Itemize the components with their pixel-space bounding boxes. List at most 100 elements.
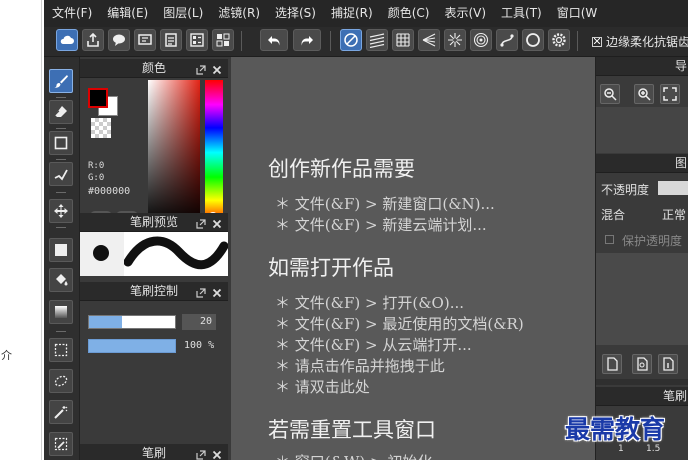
select-pen-tool-icon[interactable] xyxy=(49,432,73,456)
brush-size-value[interactable]: 20 xyxy=(182,314,216,330)
saturation-value-square[interactable] xyxy=(148,80,200,225)
menu-edit[interactable]: 编辑(E) xyxy=(99,0,155,27)
detach-icon[interactable] xyxy=(196,62,206,75)
menu-layer[interactable]: 图层(L) xyxy=(155,0,210,27)
circle-icon[interactable] xyxy=(522,29,544,51)
hint-open-cloud: ＊ 文件(&F) > 从云端打开... xyxy=(275,336,472,354)
bucket-tool-icon[interactable] xyxy=(49,268,73,292)
crosshatch-icon[interactable] xyxy=(392,29,414,51)
detach-icon[interactable] xyxy=(196,216,206,229)
brush-list-title: 笔刷 xyxy=(662,389,687,403)
zoom-in-icon[interactable] xyxy=(634,84,654,104)
watermark: 最需教育 xyxy=(565,415,666,444)
new-8bit-layer-icon[interactable] xyxy=(632,354,652,374)
detach-icon[interactable] xyxy=(196,285,206,298)
stroke-sample xyxy=(124,236,228,270)
document-icon[interactable] xyxy=(160,29,182,51)
hint-open: ＊ 文件(&F) > 打开(&O)... xyxy=(275,294,464,312)
toolbar-divider xyxy=(241,31,242,51)
zoom-out-icon[interactable] xyxy=(600,84,620,104)
background-text-fragment: 介 xyxy=(1,349,12,362)
brush-stroke-preview xyxy=(80,232,228,276)
heading-new-work: 创作新作品需要 xyxy=(268,157,415,181)
menu-window[interactable]: 窗口(W xyxy=(549,0,605,27)
brush-panel: 笔刷 xyxy=(80,444,228,460)
tool-divider xyxy=(56,192,66,193)
undo-icon[interactable] xyxy=(260,29,288,51)
background-document: 介 xyxy=(0,0,44,460)
brush-opacity-slider[interactable] xyxy=(88,339,176,353)
layer-list[interactable] xyxy=(596,253,688,345)
foreground-color-swatch[interactable] xyxy=(88,88,108,108)
move-tool-icon[interactable] xyxy=(49,199,73,223)
app-window: 文件(F) 编辑(E) 图层(L) 滤镜(R) 选择(S) 捕捉(R) 颜色(C… xyxy=(44,0,688,460)
list-icon[interactable] xyxy=(186,29,208,51)
menu-filter[interactable]: 滤镜(R) xyxy=(210,0,267,27)
fill-square-tool-icon[interactable] xyxy=(49,238,73,262)
new-1bit-layer-icon[interactable] xyxy=(658,354,678,374)
eraser-tool-icon[interactable] xyxy=(49,100,73,124)
close-icon[interactable] xyxy=(212,447,222,460)
line-tool-icon[interactable] xyxy=(49,162,73,186)
close-icon[interactable] xyxy=(212,62,222,75)
menu-bar: 文件(F) 编辑(E) 图层(L) 滤镜(R) 选择(S) 捕捉(R) 颜色(C… xyxy=(44,0,688,27)
menu-select[interactable]: 选择(S) xyxy=(267,0,323,27)
brush-size-slider[interactable] xyxy=(88,315,176,329)
snap-off-icon[interactable] xyxy=(340,29,362,51)
menu-view[interactable]: 表示(V) xyxy=(436,0,493,27)
hue-slider[interactable] xyxy=(205,80,223,225)
layer-title: 图 xyxy=(674,156,687,170)
close-icon[interactable] xyxy=(212,285,222,298)
color-panel: 颜色 R:0 G:0 #000000 xyxy=(80,59,228,226)
new-layer-icon[interactable] xyxy=(602,354,622,374)
menu-color[interactable]: 颜色(C) xyxy=(380,0,437,27)
close-icon[interactable] xyxy=(212,216,222,229)
blend-mode-select[interactable]: 正常 xyxy=(662,206,686,223)
hint-recent: ＊ 文件(&F) > 最近使用的文档(&R) xyxy=(275,315,524,333)
grid-icon[interactable] xyxy=(212,29,234,51)
magic-wand-tool-icon[interactable] xyxy=(49,400,73,424)
concentric-icon[interactable] xyxy=(470,29,492,51)
tool-divider xyxy=(56,97,66,98)
protect-alpha-checkbox[interactable] xyxy=(605,235,614,244)
menu-file[interactable]: 文件(F) xyxy=(44,0,99,27)
detach-icon[interactable] xyxy=(196,447,206,460)
brush-opacity-value: 100 % xyxy=(184,340,215,351)
brush-size-fill xyxy=(89,316,122,328)
brush-control-title: 笔刷控制 xyxy=(129,284,178,298)
cloud-icon[interactable] xyxy=(56,29,78,51)
curve-icon[interactable] xyxy=(496,29,518,51)
parallel-lines-icon[interactable] xyxy=(366,29,388,51)
brush-control-body: 20 100 % xyxy=(80,301,228,421)
antialias-option[interactable]: 边缘柔化抗锯齿 xyxy=(592,33,688,50)
brush-tool-icon[interactable] xyxy=(49,69,73,93)
menu-snap[interactable]: 捕捉(R) xyxy=(323,0,380,27)
rectangle-tool-icon[interactable] xyxy=(49,131,73,155)
antialias-checkbox[interactable] xyxy=(592,36,602,47)
panel-splitter[interactable] xyxy=(596,379,688,385)
transparent-color-swatch[interactable] xyxy=(91,118,111,138)
protect-alpha-label: 保护透明度 xyxy=(622,234,683,248)
hint-reset: ＊ 窗口(&W) > 初始化... xyxy=(275,451,447,460)
menu-tools[interactable]: 工具(T) xyxy=(493,0,549,27)
rect-select-tool-icon[interactable] xyxy=(49,338,73,362)
redo-icon[interactable] xyxy=(293,29,321,51)
gradient-tool-icon[interactable] xyxy=(49,300,73,324)
brush-preview-title: 笔刷预览 xyxy=(129,215,178,229)
message-icon[interactable] xyxy=(134,29,156,51)
heading-reset: 若需重置工具窗口 xyxy=(268,418,436,442)
color-panel-title: 颜色 xyxy=(141,61,166,75)
navigator-preview[interactable] xyxy=(596,107,688,153)
rgb-readout: R:0 G:0 xyxy=(88,160,104,184)
comment-icon[interactable] xyxy=(108,29,130,51)
radial-icon[interactable] xyxy=(444,29,466,51)
vanishing-point-icon[interactable] xyxy=(418,29,440,51)
hex-value: #000000 xyxy=(88,186,131,197)
lasso-tool-icon[interactable] xyxy=(49,369,73,393)
fit-view-icon[interactable] xyxy=(660,84,680,104)
canvas-area[interactable]: 创作新作品需要 ＊ 文件(&F) > 新建窗口(&N)... ＊ 文件(&F) … xyxy=(231,57,595,460)
opacity-slider[interactable] xyxy=(658,181,688,195)
export-icon[interactable] xyxy=(82,29,104,51)
gear-icon[interactable] xyxy=(548,29,570,51)
brush-control-header: 笔刷控制 xyxy=(80,282,228,301)
